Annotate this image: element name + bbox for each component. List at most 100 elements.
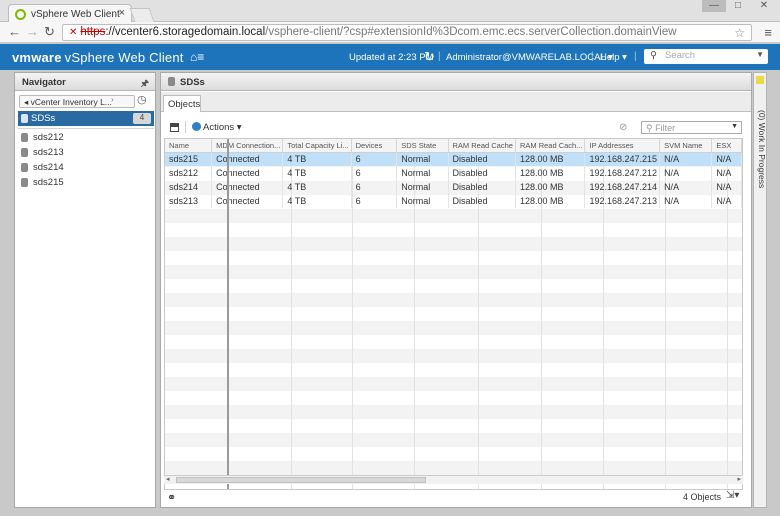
tab-close-icon[interactable]: × bbox=[119, 7, 125, 19]
table-cell: 128.00 MB bbox=[515, 180, 586, 194]
breadcrumb-back-button[interactable]: ◂ vCenter Inventory L... bbox=[19, 95, 135, 108]
column-header[interactable]: Name bbox=[165, 139, 213, 153]
pin-icon[interactable] bbox=[756, 76, 764, 84]
database-icon bbox=[21, 178, 28, 187]
list-item[interactable]: sds214 bbox=[19, 160, 64, 175]
list-item-label: sds212 bbox=[33, 132, 64, 143]
table-row[interactable]: sds215 Connected 4 TB 6 Normal Disabled … bbox=[165, 152, 742, 166]
table-view-icon[interactable] bbox=[170, 123, 179, 132]
insecure-warning-icon: ✕ bbox=[69, 27, 78, 38]
updated-time: Updated at 2:23 PM bbox=[349, 52, 434, 63]
main-title: SDSs bbox=[180, 77, 205, 88]
navigator-header: Navigator 🖈 bbox=[15, 73, 155, 91]
scroll-left-icon[interactable]: ◂ bbox=[166, 475, 170, 483]
actions-menu[interactable]: Actions ▾ bbox=[192, 122, 242, 133]
scrollbar-thumb[interactable] bbox=[176, 477, 426, 483]
table-cell: Normal bbox=[396, 194, 449, 208]
toolbar-divider bbox=[185, 121, 186, 133]
vmware-logo: vmware bbox=[12, 50, 62, 65]
list-item-label: sds215 bbox=[33, 177, 64, 188]
clear-filter-icon[interactable]: ⊘ bbox=[619, 122, 627, 133]
table-cell: 6 bbox=[351, 180, 398, 194]
search-dropdown-icon[interactable]: ▼ bbox=[756, 50, 764, 59]
help-menu[interactable]: Help ▾ bbox=[600, 52, 627, 63]
table-cell: Connected bbox=[211, 166, 284, 180]
binoculars-icon[interactable]: ⚭ bbox=[167, 491, 176, 504]
table-cell: Disabled bbox=[448, 152, 516, 166]
database-icon bbox=[21, 114, 28, 123]
scroll-right-icon[interactable]: ▸ bbox=[737, 475, 741, 483]
table-cell: 192.168.247.212 bbox=[584, 166, 661, 180]
table-cell: 4 TB bbox=[282, 194, 352, 208]
url-path: /vsphere-client/?csp#extensionId%3Dcom.e… bbox=[265, 26, 677, 38]
column-header[interactable]: SVM Name bbox=[659, 139, 713, 153]
column-header[interactable]: MDM Connection... bbox=[211, 139, 284, 153]
column-header[interactable]: SDS State bbox=[396, 139, 449, 153]
table-cell: 128.00 MB bbox=[515, 152, 586, 166]
url-protocol: https bbox=[80, 26, 106, 38]
pin-icon[interactable]: 🖈 bbox=[141, 76, 149, 92]
table-cell: 192.168.247.213 bbox=[584, 194, 661, 208]
table-cell: 6 bbox=[351, 152, 398, 166]
filter-input[interactable]: ⚲ Filter ▼ bbox=[641, 121, 742, 134]
table-row[interactable]: sds213 Connected 4 TB 6 Normal Disabled … bbox=[165, 194, 742, 208]
browser-tabstrip: vSphere Web Client × — □ ✕ bbox=[0, 0, 780, 23]
column-header[interactable]: RAM Read Cache bbox=[448, 139, 516, 153]
table-cell: 192.168.247.214 bbox=[584, 180, 661, 194]
tab-bar: Objects bbox=[161, 92, 751, 112]
new-tab-button[interactable] bbox=[129, 8, 155, 22]
tab-title: vSphere Web Client bbox=[31, 9, 120, 20]
bookmark-star-icon[interactable]: ☆ bbox=[734, 26, 745, 40]
table-cell: 6 bbox=[351, 194, 398, 208]
forward-icon[interactable]: → bbox=[26, 25, 39, 39]
list-item[interactable]: sds212 bbox=[19, 130, 64, 145]
database-icon bbox=[21, 133, 28, 142]
search-icon: ⚲ bbox=[650, 50, 657, 61]
object-count: 4 Objects bbox=[683, 492, 722, 502]
column-header[interactable]: RAM Read Cach... bbox=[515, 139, 586, 153]
frozen-column-divider[interactable] bbox=[227, 139, 229, 489]
table-cell: N/A bbox=[711, 180, 742, 194]
reload-icon[interactable]: ↻ bbox=[44, 25, 55, 39]
work-in-progress-sidebar[interactable]: (0) Work In Progress bbox=[753, 72, 767, 508]
global-search-input[interactable]: ⚲ Search ▼ bbox=[644, 49, 768, 64]
maximize-window-button[interactable]: □ bbox=[726, 0, 750, 12]
vmware-favicon-icon bbox=[15, 9, 26, 20]
table-header-row: Name MDM Connection... Total Capacity Li… bbox=[165, 139, 742, 153]
header-divider: | bbox=[591, 51, 594, 62]
export-icon[interactable]: ⇲▾ bbox=[726, 490, 739, 501]
column-header[interactable]: ESX bbox=[711, 139, 742, 153]
back-icon[interactable]: ← bbox=[8, 25, 21, 39]
database-icon bbox=[21, 148, 28, 157]
grid-footer: ⚭ 4 Objects ⇲▾ bbox=[161, 485, 751, 507]
table-row[interactable]: sds214 Connected 4 TB 6 Normal Disabled … bbox=[165, 180, 742, 194]
table-cell: Disabled bbox=[448, 194, 516, 208]
filter-dropdown-icon[interactable]: ▼ bbox=[731, 123, 738, 130]
nav-item-sdss[interactable]: SDSs 4 bbox=[18, 111, 154, 126]
breadcrumb-forward-icon[interactable]: › bbox=[111, 95, 114, 104]
list-item[interactable]: sds215 bbox=[19, 175, 64, 190]
close-window-button[interactable]: ✕ bbox=[752, 0, 776, 12]
user-menu[interactable]: Administrator@VMWARELAB.LOCAL ▾ bbox=[446, 52, 613, 63]
url-field[interactable]: ✕ https://vcenter6.storagedomain.local/vs… bbox=[62, 24, 752, 41]
column-header[interactable]: Devices bbox=[351, 139, 398, 153]
table-cell: 4 TB bbox=[282, 152, 352, 166]
browser-tab[interactable]: vSphere Web Client × bbox=[8, 4, 132, 23]
history-icon[interactable]: ◷ bbox=[137, 93, 147, 106]
app-header: vmware vSphere Web Client ⌂≡ Updated at 2… bbox=[0, 44, 780, 70]
tab-objects[interactable]: Objects bbox=[163, 95, 201, 112]
horizontal-scrollbar[interactable]: ◂ ▸ bbox=[164, 475, 743, 484]
home-menu-icon[interactable]: ⌂≡ bbox=[190, 50, 204, 64]
list-item[interactable]: sds213 bbox=[19, 145, 64, 160]
table-row[interactable]: sds212 Connected 4 TB 6 Normal Disabled … bbox=[165, 166, 742, 180]
refresh-icon[interactable]: ↻ bbox=[424, 49, 435, 65]
column-header[interactable]: IP Addresses bbox=[584, 139, 661, 153]
table-cell: Normal bbox=[396, 166, 449, 180]
column-header[interactable]: Total Capacity Li... bbox=[282, 139, 352, 153]
browser-menu-icon[interactable]: ≡ bbox=[764, 25, 772, 40]
work-in-progress-label: (0) Work In Progress bbox=[757, 110, 767, 189]
objects-grid: Name MDM Connection... Total Capacity Li… bbox=[164, 138, 743, 490]
minimize-window-button[interactable]: — bbox=[702, 0, 726, 12]
address-bar-row: ← → ↻ ✕ https://vcenter6.storagedomain.lo… bbox=[0, 22, 780, 43]
table-cell: N/A bbox=[659, 194, 713, 208]
